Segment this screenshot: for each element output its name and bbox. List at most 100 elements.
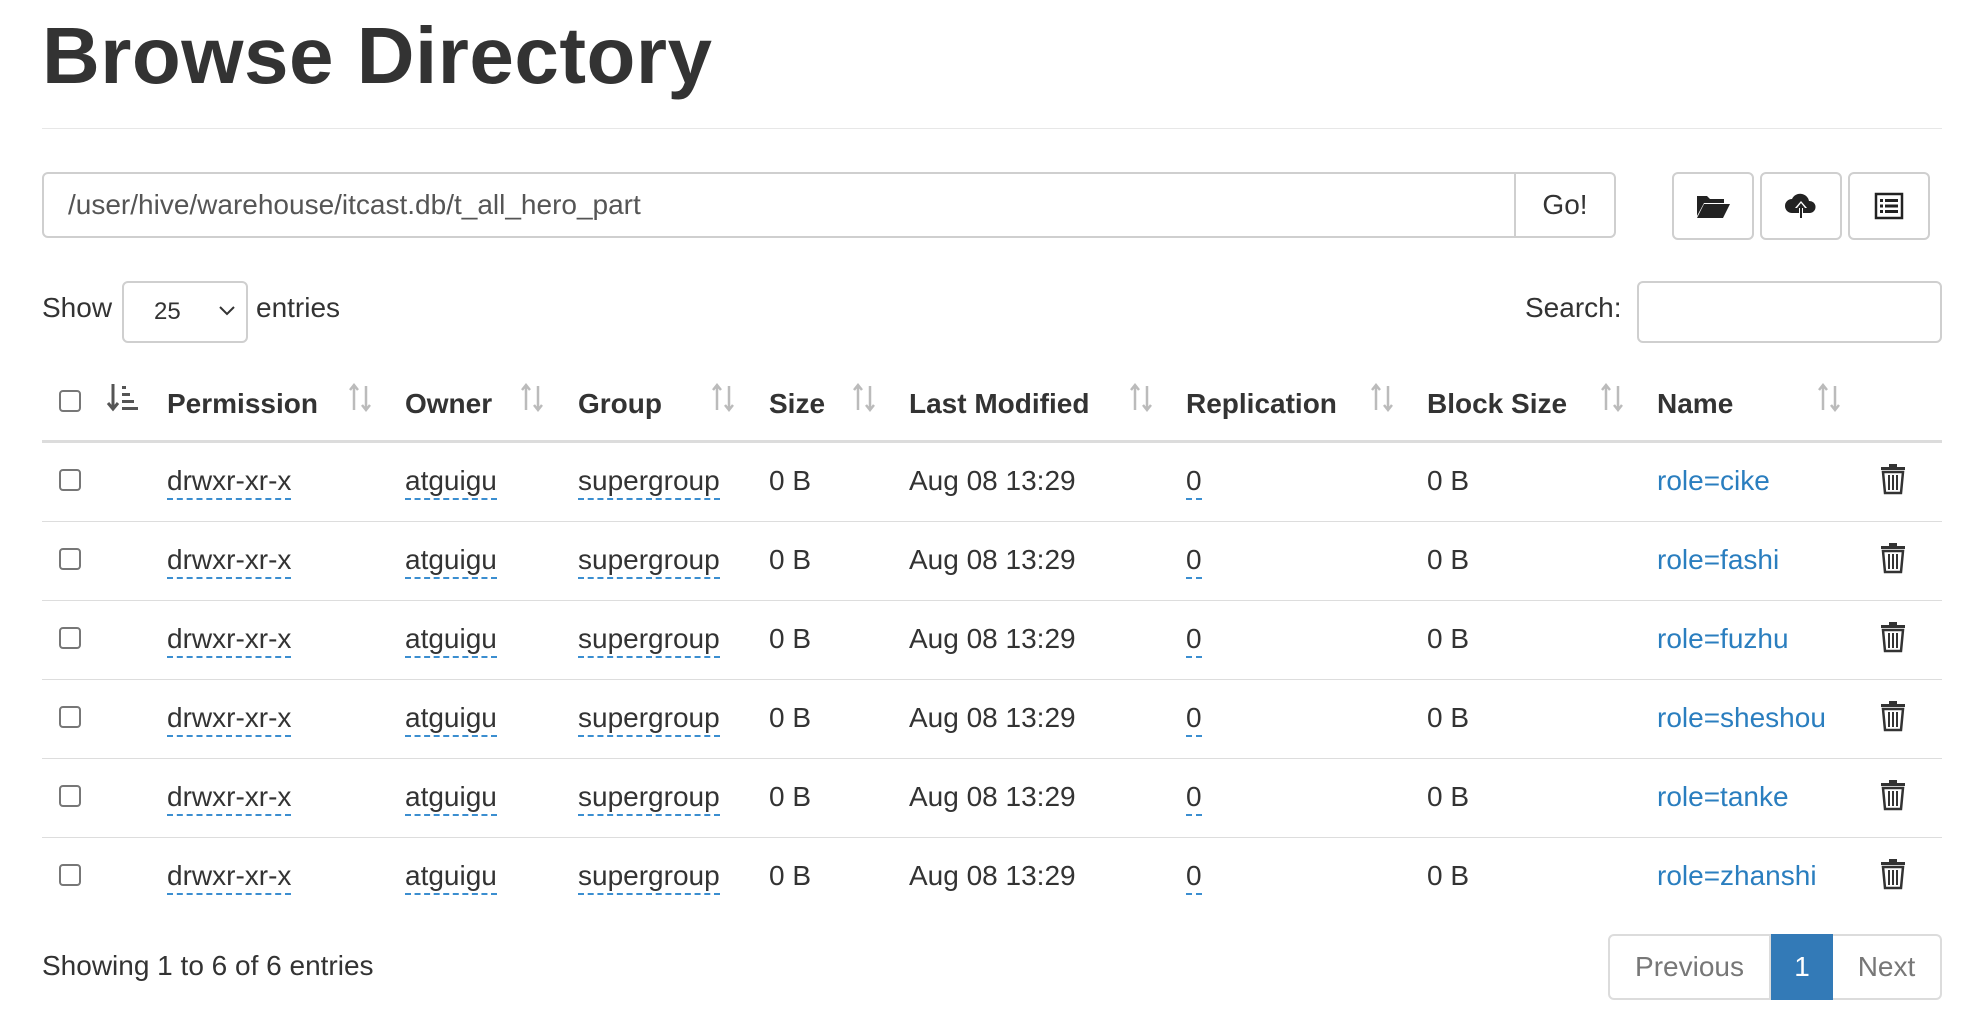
modified-cell: Aug 08 13:29 — [909, 623, 1076, 654]
size-cell: 0 B — [769, 465, 812, 496]
table-row: drwxr-xr-x atguigu supergroup 0 B Aug 08… — [42, 680, 1942, 759]
row-checkbox[interactable] — [59, 706, 81, 728]
name-link[interactable]: role=fuzhu — [1657, 623, 1789, 655]
table-row: drwxr-xr-x atguigu supergroup 0 B Aug 08… — [42, 601, 1942, 680]
size-cell: 0 B — [769, 623, 812, 654]
size-cell: 0 B — [769, 781, 812, 812]
owner-cell[interactable]: atguigu — [405, 544, 497, 579]
table-row: drwxr-xr-x atguigu supergroup 0 B Aug 08… — [42, 838, 1942, 917]
sort-both-icon[interactable] — [1816, 382, 1842, 414]
trash-icon[interactable] — [1880, 463, 1906, 495]
sort-both-icon[interactable] — [851, 382, 877, 414]
row-checkbox[interactable] — [59, 548, 81, 570]
modified-cell: Aug 08 13:29 — [909, 860, 1076, 891]
group-cell[interactable]: supergroup — [578, 702, 720, 737]
title-divider — [42, 128, 1942, 129]
owner-cell[interactable]: atguigu — [405, 702, 497, 737]
name-link[interactable]: role=cike — [1657, 465, 1770, 497]
column-header-last-modified[interactable]: Last Modified — [909, 388, 1089, 420]
previous-page-button[interactable]: Previous — [1608, 934, 1771, 1000]
sort-both-icon[interactable] — [1128, 382, 1154, 414]
cut-paste-button[interactable] — [1848, 172, 1930, 240]
entries-label: entries — [256, 292, 341, 323]
page-1-button[interactable]: 1 — [1771, 934, 1833, 1000]
column-header-size[interactable]: Size — [769, 388, 825, 420]
block-size-cell: 0 B — [1427, 623, 1470, 654]
column-header-name[interactable]: Name — [1657, 388, 1733, 420]
column-header-block-size[interactable]: Block Size — [1427, 388, 1567, 420]
group-cell[interactable]: supergroup — [578, 860, 720, 895]
block-size-cell: 0 B — [1427, 781, 1470, 812]
size-cell: 0 B — [769, 860, 812, 891]
column-header-permission[interactable]: Permission — [167, 388, 318, 420]
page-title: Browse Directory — [42, 11, 713, 100]
row-checkbox[interactable] — [59, 469, 81, 491]
search-input[interactable] — [1637, 281, 1942, 343]
permission-cell[interactable]: drwxr-xr-x — [167, 702, 292, 737]
next-page-button[interactable]: Next — [1833, 934, 1942, 1000]
group-cell[interactable]: supergroup — [578, 465, 720, 500]
create-directory-button[interactable] — [1672, 172, 1754, 240]
select-all-checkbox[interactable] — [59, 390, 81, 412]
permission-cell[interactable]: drwxr-xr-x — [167, 781, 292, 816]
size-cell: 0 B — [769, 702, 812, 733]
permission-cell[interactable]: drwxr-xr-x — [167, 544, 292, 579]
replication-cell[interactable]: 0 — [1186, 544, 1202, 579]
trash-icon[interactable] — [1880, 621, 1906, 653]
list-icon — [1874, 192, 1904, 220]
table-info: Showing 1 to 6 of 6 entries — [42, 950, 374, 981]
column-header-owner[interactable]: Owner — [405, 388, 492, 420]
modified-cell: Aug 08 13:29 — [909, 544, 1076, 575]
replication-cell[interactable]: 0 — [1186, 623, 1202, 658]
modified-cell: Aug 08 13:29 — [909, 781, 1076, 812]
sort-both-icon[interactable] — [1599, 382, 1625, 414]
sort-ascending-icon[interactable] — [106, 382, 140, 414]
group-cell[interactable]: supergroup — [578, 781, 720, 816]
replication-cell[interactable]: 0 — [1186, 702, 1202, 737]
group-cell[interactable]: supergroup — [578, 623, 720, 658]
upload-files-button[interactable] — [1760, 172, 1842, 240]
permission-cell[interactable]: drwxr-xr-x — [167, 465, 292, 500]
name-link[interactable]: role=sheshou — [1657, 702, 1826, 734]
browse-directory-page: Browse Directory /user/hive/warehouse/it… — [0, 0, 1966, 1036]
entries-per-page-select[interactable]: 25 — [122, 281, 248, 343]
sort-both-icon[interactable] — [347, 382, 373, 414]
block-size-cell: 0 B — [1427, 465, 1470, 496]
replication-cell[interactable]: 0 — [1186, 860, 1202, 895]
go-button[interactable]: Go! — [1516, 172, 1616, 238]
block-size-cell: 0 B — [1427, 702, 1470, 733]
owner-cell[interactable]: atguigu — [405, 860, 497, 895]
path-input[interactable]: /user/hive/warehouse/itcast.db/t_all_her… — [42, 172, 1516, 238]
name-link[interactable]: role=fashi — [1657, 544, 1779, 576]
name-link[interactable]: role=zhanshi — [1657, 860, 1817, 892]
trash-icon[interactable] — [1880, 542, 1906, 574]
column-header-replication[interactable]: Replication — [1186, 388, 1337, 420]
owner-cell[interactable]: atguigu — [405, 623, 497, 658]
row-checkbox[interactable] — [59, 627, 81, 649]
cloud-upload-icon — [1785, 193, 1816, 218]
permission-cell[interactable]: drwxr-xr-x — [167, 623, 292, 658]
block-size-cell: 0 B — [1427, 544, 1470, 575]
permission-cell[interactable]: drwxr-xr-x — [167, 860, 292, 895]
owner-cell[interactable]: atguigu — [405, 465, 497, 500]
modified-cell: Aug 08 13:29 — [909, 465, 1076, 496]
sort-both-icon[interactable] — [710, 382, 736, 414]
trash-icon[interactable] — [1880, 858, 1906, 890]
table-row: drwxr-xr-x atguigu supergroup 0 B Aug 08… — [42, 759, 1942, 838]
replication-cell[interactable]: 0 — [1186, 781, 1202, 816]
search-label: Search: — [1525, 292, 1622, 323]
replication-cell[interactable]: 0 — [1186, 465, 1202, 500]
modified-cell: Aug 08 13:29 — [909, 702, 1076, 733]
trash-icon[interactable] — [1880, 700, 1906, 732]
row-checkbox[interactable] — [59, 785, 81, 807]
sort-both-icon[interactable] — [519, 382, 545, 414]
table-row: drwxr-xr-x atguigu supergroup 0 B Aug 08… — [42, 443, 1942, 522]
name-link[interactable]: role=tanke — [1657, 781, 1789, 813]
row-checkbox[interactable] — [59, 864, 81, 886]
size-cell: 0 B — [769, 544, 812, 575]
sort-both-icon[interactable] — [1369, 382, 1395, 414]
column-header-group[interactable]: Group — [578, 388, 662, 420]
trash-icon[interactable] — [1880, 779, 1906, 811]
owner-cell[interactable]: atguigu — [405, 781, 497, 816]
group-cell[interactable]: supergroup — [578, 544, 720, 579]
